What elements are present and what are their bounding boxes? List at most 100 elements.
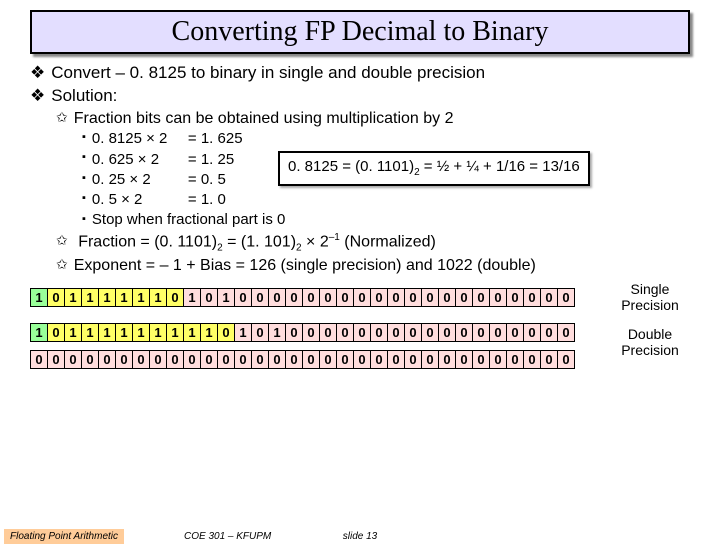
bit-cell: 1 bbox=[235, 324, 252, 342]
bit-cell: 0 bbox=[269, 351, 286, 369]
bit-cell: 1 bbox=[201, 324, 218, 342]
bit-cell: 1 bbox=[184, 289, 201, 307]
bit-cell: 0 bbox=[167, 351, 184, 369]
bit-cell: 0 bbox=[490, 351, 507, 369]
double-bit-strip-2: 00000000000000000000000000000000 bbox=[30, 350, 575, 369]
bullet-normalized: Fraction = (0. 1101)2 = (1. 101)2 × 2–1 … bbox=[56, 231, 690, 255]
bit-cell: 0 bbox=[337, 324, 354, 342]
bullet-exponent: Exponent = – 1 + Bias = 126 (single prec… bbox=[56, 255, 690, 277]
bit-cell: 1 bbox=[116, 324, 133, 342]
bit-cell: 0 bbox=[252, 289, 269, 307]
bit-cell: 0 bbox=[48, 351, 65, 369]
bit-cell: 0 bbox=[320, 324, 337, 342]
bit-cell: 1 bbox=[150, 324, 167, 342]
footer-left: Floating Point Arithmetic bbox=[4, 529, 124, 544]
bit-cell: 0 bbox=[116, 351, 133, 369]
bit-cell: 1 bbox=[269, 324, 286, 342]
bit-cell: 0 bbox=[235, 351, 252, 369]
bit-cell: 0 bbox=[541, 289, 558, 307]
bit-cell: 0 bbox=[303, 289, 320, 307]
bit-cell: 1 bbox=[82, 289, 99, 307]
bit-cell: 0 bbox=[286, 289, 303, 307]
bit-cell: 1 bbox=[82, 324, 99, 342]
bit-cell: 0 bbox=[337, 351, 354, 369]
bit-cell: 0 bbox=[218, 324, 235, 342]
fraction-detail-box: 0. 8125 = (0. 1101)2 = ½ + ¼ + 1/16 = 13… bbox=[278, 151, 590, 186]
bit-cell: 0 bbox=[354, 289, 371, 307]
bit-cell: 1 bbox=[65, 289, 82, 307]
bit-cell: 0 bbox=[31, 351, 48, 369]
bit-cell: 1 bbox=[31, 289, 48, 307]
bit-cell: 0 bbox=[235, 289, 252, 307]
bullet-solution: Solution: bbox=[30, 85, 690, 108]
bit-cell: 0 bbox=[354, 324, 371, 342]
bit-cell: 1 bbox=[31, 324, 48, 342]
bit-cell: 0 bbox=[252, 324, 269, 342]
bit-cell: 0 bbox=[507, 324, 524, 342]
footer: Floating Point Arithmetic COE 301 – KFUP… bbox=[0, 529, 720, 544]
bit-cell: 0 bbox=[320, 289, 337, 307]
content-area: Convert – 0. 8125 to binary in single an… bbox=[0, 62, 720, 276]
bit-cell: 1 bbox=[133, 289, 150, 307]
bit-cell: 0 bbox=[456, 289, 473, 307]
bit-cell: 0 bbox=[303, 351, 320, 369]
bit-cell: 0 bbox=[524, 351, 541, 369]
bit-cell: 0 bbox=[269, 289, 286, 307]
bit-cell: 0 bbox=[473, 324, 490, 342]
bit-cell: 0 bbox=[388, 289, 405, 307]
bit-cell: 1 bbox=[116, 289, 133, 307]
footer-right: slide 13 bbox=[343, 531, 377, 542]
bit-cell: 0 bbox=[456, 351, 473, 369]
bit-cell: 0 bbox=[405, 289, 422, 307]
bit-cell: 0 bbox=[99, 351, 116, 369]
bit-cell: 0 bbox=[524, 324, 541, 342]
bit-cell: 0 bbox=[184, 351, 201, 369]
exp-neg1: –1 bbox=[329, 232, 340, 243]
double-bit-strip-1: 10111111111010100000000000000000 bbox=[30, 323, 575, 342]
bit-cell: 0 bbox=[422, 351, 439, 369]
bit-cell: 0 bbox=[507, 289, 524, 307]
bit-cell: 0 bbox=[405, 351, 422, 369]
label-single: Single Precision bbox=[610, 282, 690, 313]
mult-row-3: 0. 5 × 2 = 1. 0 bbox=[82, 190, 690, 210]
bit-cell: 0 bbox=[541, 351, 558, 369]
bit-cell: 0 bbox=[490, 324, 507, 342]
bit-cell: 0 bbox=[439, 351, 456, 369]
bit-cell: 0 bbox=[558, 351, 575, 369]
bit-cell: 0 bbox=[303, 324, 320, 342]
single-precision-row: 10111111010100000000000000000000 Single … bbox=[30, 282, 690, 313]
bit-cell: 1 bbox=[133, 324, 150, 342]
bit-cell: 0 bbox=[524, 289, 541, 307]
bit-cell: 0 bbox=[48, 289, 65, 307]
bit-cell: 1 bbox=[218, 289, 235, 307]
bit-cell: 0 bbox=[337, 289, 354, 307]
bit-cell: 0 bbox=[422, 324, 439, 342]
mult-row-0: 0. 8125 × 2 = 1. 625 bbox=[82, 129, 690, 149]
bit-cell: 0 bbox=[48, 324, 65, 342]
detail-post: = ½ + ¼ + 1/16 = 13/16 bbox=[420, 158, 580, 175]
bit-cell: 1 bbox=[167, 324, 184, 342]
bit-cell: 1 bbox=[99, 289, 116, 307]
bit-cell: 0 bbox=[82, 351, 99, 369]
bit-cell: 1 bbox=[65, 324, 82, 342]
bit-cell: 0 bbox=[507, 351, 524, 369]
bit-cell: 0 bbox=[473, 351, 490, 369]
bullet-convert: Convert – 0. 8125 to binary in single an… bbox=[30, 62, 690, 85]
footer-mid: COE 301 – KFUPM bbox=[184, 531, 271, 542]
bit-cell: 0 bbox=[167, 289, 184, 307]
bit-cell: 0 bbox=[286, 351, 303, 369]
single-bit-strip: 10111111010100000000000000000000 bbox=[30, 288, 575, 307]
bit-cell: 0 bbox=[133, 351, 150, 369]
slide-title-box: Converting FP Decimal to Binary bbox=[30, 10, 690, 54]
bit-cell: 0 bbox=[320, 351, 337, 369]
bit-cell: 0 bbox=[490, 289, 507, 307]
bit-cell: 0 bbox=[405, 324, 422, 342]
bit-cell: 0 bbox=[473, 289, 490, 307]
bit-cell: 0 bbox=[439, 289, 456, 307]
bit-cell: 0 bbox=[439, 324, 456, 342]
bit-cell: 0 bbox=[371, 324, 388, 342]
mult-rows: 0. 8125 × 2 = 1. 625 0. 625 × 2 = 1. 25 … bbox=[82, 129, 690, 230]
bit-cell: 0 bbox=[541, 324, 558, 342]
bit-cell: 1 bbox=[150, 289, 167, 307]
label-double: Double Precision bbox=[610, 327, 690, 358]
